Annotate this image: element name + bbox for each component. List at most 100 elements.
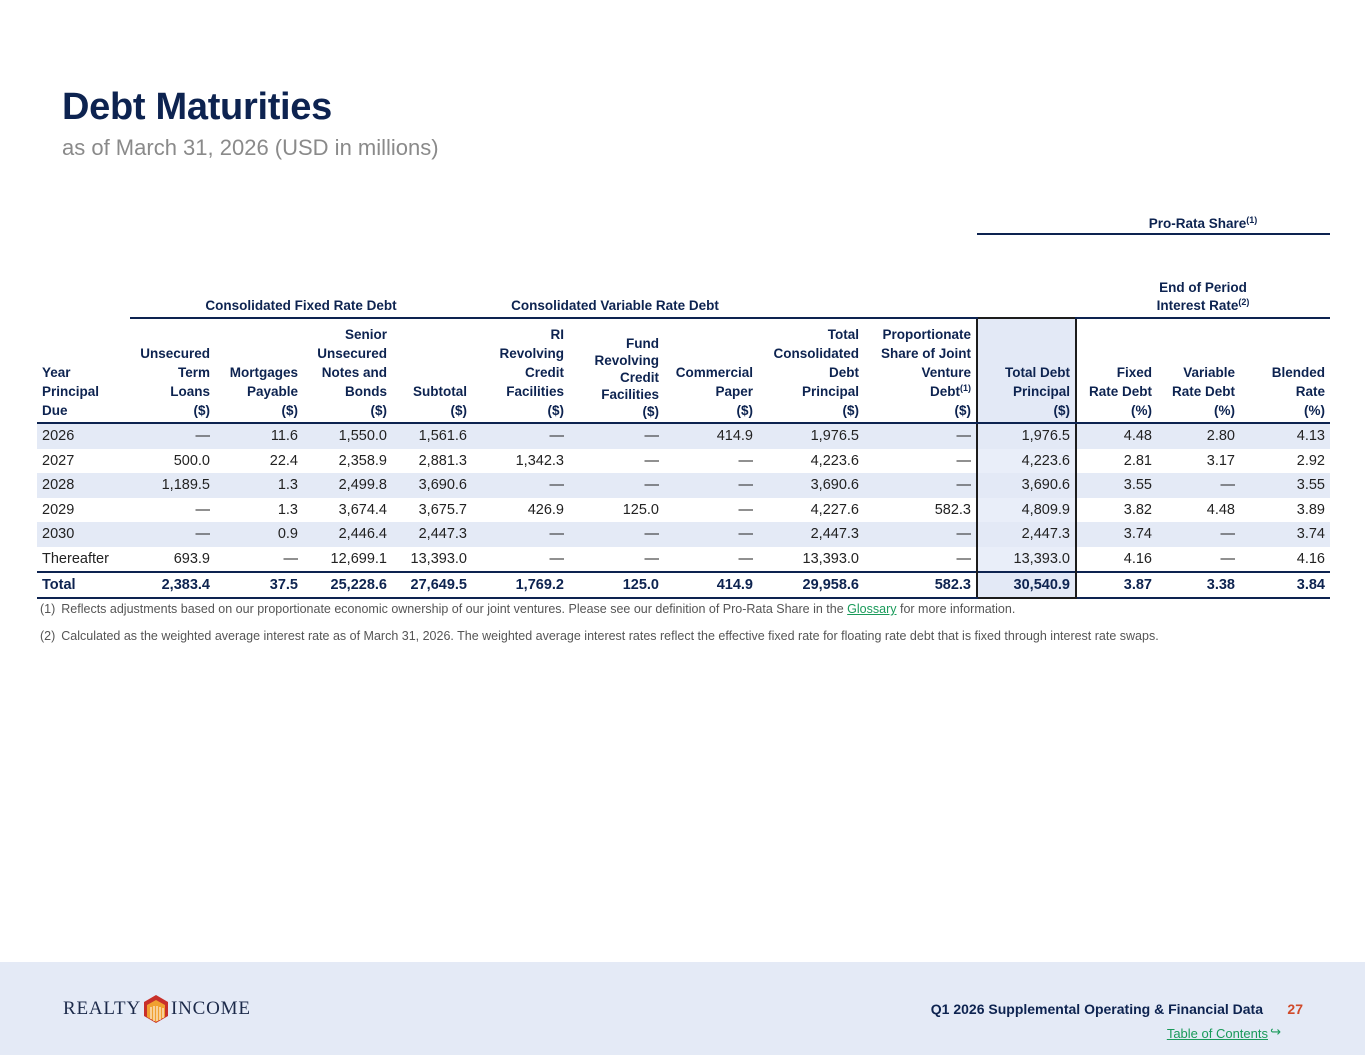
table-cell: — [472,473,569,498]
table-cell: — [195,501,211,518]
table-cell: 4.16 [1296,550,1325,567]
pro-rata-row: Pro-Rata Share(1) [37,206,1330,235]
table-cell: 3.82 [1123,501,1152,518]
table-cell: 12,699.1 [330,550,387,567]
table-cell: 4,223.6 [976,448,1077,473]
table-cell: — [569,522,664,547]
table-cell: 2.80 [1157,423,1240,449]
glossary-link[interactable]: Glossary [847,602,896,616]
page-footer: REALTY INCOME Q1 2026 Supplemental Opera… [0,962,1365,1055]
table-cell: 3,675.7 [418,501,467,518]
column-header-row: Year Principal Due Unsecured Term Loans ($) M… [37,317,1330,424]
table-row: Thereafter 693.9—12,699.1 13,393.0— — —13,39… [37,546,1330,572]
debt-maturities-table-wrapper: Pro-Rata Share(1) Consolidated Fixed Rat… [37,206,1330,599]
footnotes: (1) Reflects adjustments based on our pro… [40,601,1159,655]
table-cell: — [738,501,754,518]
table-cell: 4,223.6 [810,452,859,469]
row-year-cell: Thereafter [42,550,109,567]
table-cell: 2,447.3 [392,522,472,547]
table-cell: — [283,550,299,567]
total-cell: 37.5 [215,571,303,599]
group-interest-rate: End of Period Interest Rate(2) [1076,271,1330,319]
debt-maturities-table: Pro-Rata Share(1) Consolidated Fixed Rat… [37,206,1330,599]
table-cell: 3,674.4 [338,501,387,518]
table-cell: 4.13 [1240,423,1330,449]
table-cell: — [569,423,664,449]
table-cell: 3,690.6 [976,473,1077,498]
table-cell: — [864,423,977,449]
total-cell: 1,769.2 [472,571,569,599]
table-cell: — [1220,550,1236,567]
table-cell: 2.92 [1296,452,1325,469]
table-cell: 1,550.0 [303,423,392,449]
col-total-consolidated: Total Consolidated Debt Principal ($) [758,318,864,424]
total-cell: 125.0 [569,571,664,599]
table-row: 2029 — 1.3 3,674.4 3,675.7 426.9 125.0 — 4,227.6… [37,497,1330,522]
row-year-cell: 2026 [37,423,130,449]
table-row: 2026—11.6 1,550.0 1,561.6— —414.9 1,976.5—1,… [37,423,1330,449]
table-cell: 0.9 [215,522,303,547]
total-cell: 30,540.9 [976,571,1077,599]
col-fixed-rate: Fixed Rate Debt (%) [1076,318,1157,424]
table-cell: — [1157,522,1240,547]
table-cell: 2.81 [1123,452,1152,469]
table-cell: — [864,473,977,498]
table-cell: — [549,550,565,567]
footer-title: Q1 2026 Supplemental Operating & Financi… [930,1001,1263,1017]
group-variable-rate: Consolidated Variable Rate Debt [472,271,758,319]
total-cell: 27,649.5 [392,571,472,599]
table-cell: — [738,452,754,469]
table-row: 2030—0.9 2,446.4 2,447.3— — —2,447.3—2,447.3… [37,522,1330,547]
row-year-cell: 2028 [37,473,130,498]
table-of-contents-link[interactable]: Table of Contents [1167,1026,1268,1041]
footnote-1: (1) Reflects adjustments based on our pro… [40,602,1016,616]
table-cell: — [738,550,754,567]
table-cell: 3.89 [1296,501,1325,518]
table-cell: 3.74 [1076,522,1157,547]
table-cell: 4,227.6 [810,501,859,518]
col-subtotal: Subtotal ($) [392,318,472,424]
table-cell: 3.55 [1076,473,1157,498]
table-cell: 2,358.9 [338,452,387,469]
table-cell: 3.74 [1240,522,1330,547]
table-cell: 2,446.4 [303,522,392,547]
col-ri-revolving: RI Revolving Credit Facilities ($) [472,318,569,424]
table-cell: — [130,423,215,449]
total-label: Total [37,571,130,599]
table-row: 2027 500.0 22.4 2,358.9 2,881.3 1,342.3— —4,22… [37,448,1330,473]
table-cell: 2,447.3 [976,522,1077,547]
table-cell: 1,976.5 [976,423,1077,449]
table-cell: 3,690.6 [758,473,864,498]
total-cell: 582.3 [864,571,977,599]
total-cell: 414.9 [664,571,758,599]
table-cell: 2,499.8 [303,473,392,498]
table-cell: 22.4 [269,452,298,469]
table-cell: — [569,473,664,498]
table-cell: — [644,452,660,469]
table-cell: — [1157,473,1240,498]
page-subtitle: as of March 31, 2026 (USD in millions) [62,135,439,160]
total-cell: 3.38 [1157,571,1240,599]
table-cell: 3.55 [1240,473,1330,498]
page-title: Debt Maturities [62,86,332,128]
col-senior-notes: Senior Unsecured Notes and Bonds ($) [303,318,392,424]
table-cell: 3,690.6 [392,473,472,498]
table-body: 2026—11.6 1,550.0 1,561.6— —414.9 1,976.5—1,… [37,423,1330,572]
table-cell: 13,393.0 [976,546,1077,572]
pro-rata-header: Pro-Rata Share(1) [1076,206,1330,235]
col-unsecured-term-loans: Unsecured Term Loans ($) [130,318,215,424]
table-cell: 3.17 [1206,452,1235,469]
row-year-cell: 2029 [42,501,75,518]
col-proportionate-jv: Proportionate Share of Joint Venture Debt(1… [864,318,977,424]
col-commercial-paper: Commercial Paper ($) [664,318,758,424]
total-cell: 3.84 [1240,571,1330,599]
total-row: Total 2,383.4 37.5 25,228.6 27,649.5 1,769.2 1… [37,571,1330,599]
table-cell: 693.9 [173,550,210,567]
table-cell: — [956,550,972,567]
page-number: 27 [1287,1001,1303,1017]
table-cell: 414.9 [664,423,758,449]
table-cell: — [644,550,660,567]
total-cell: 29,958.6 [758,571,864,599]
table-cell: 125.0 [622,501,659,518]
row-year-cell: 2030 [37,522,130,547]
